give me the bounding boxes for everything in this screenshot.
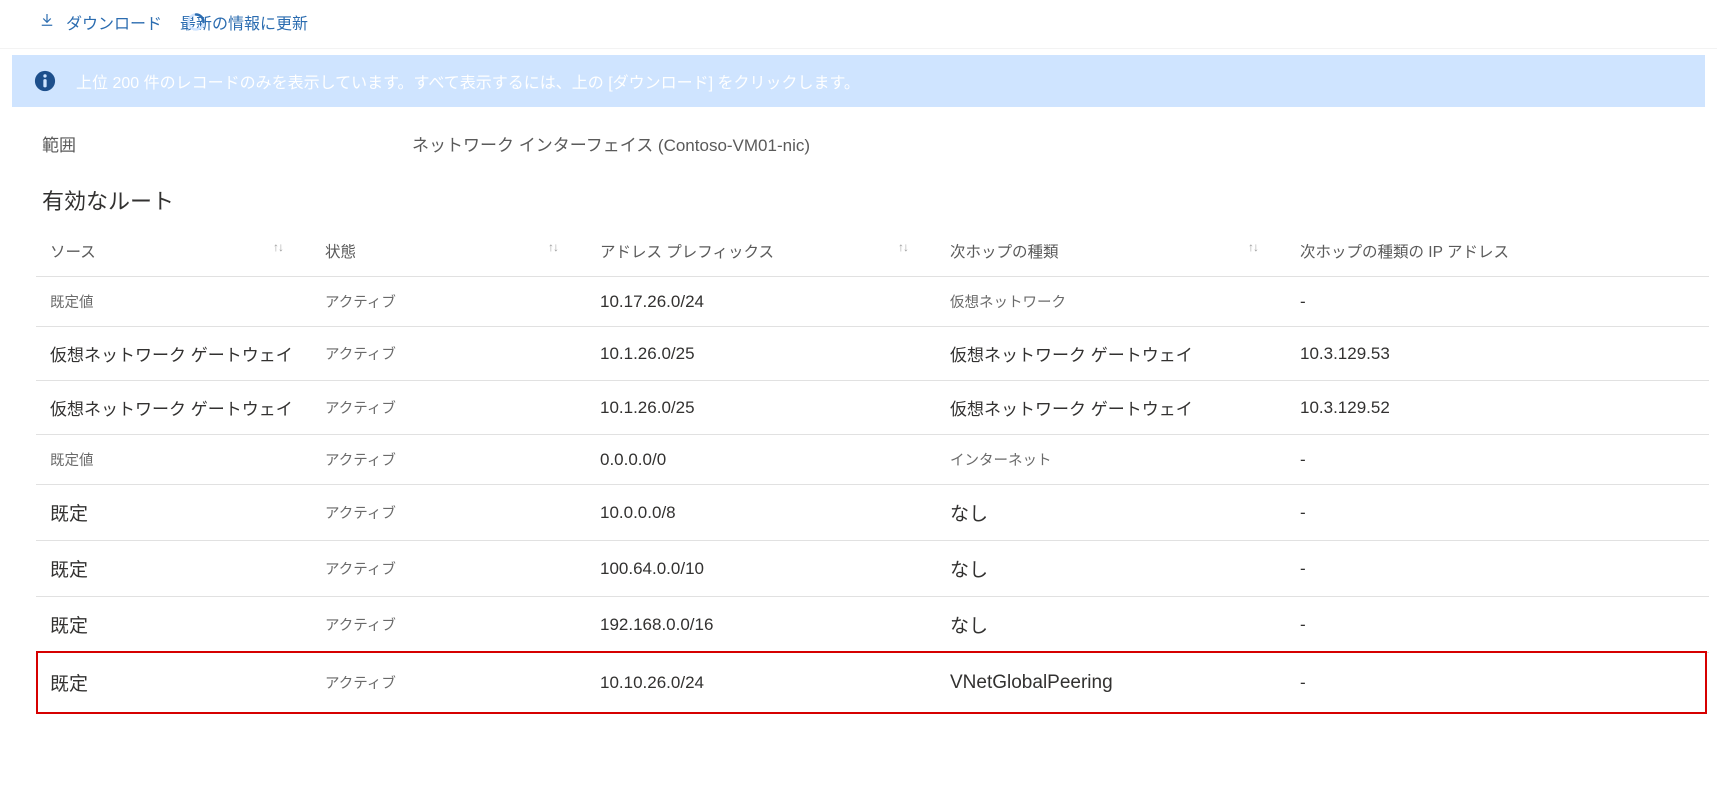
sort-icon: ↑↓ bbox=[273, 240, 283, 254]
table-row: 仮想ネットワーク ゲートウェイアクティブ10.1.26.0/25仮想ネットワーク… bbox=[36, 327, 1709, 381]
cell-nexthop-type: なし bbox=[936, 597, 1286, 653]
cell-nexthop-ip: - bbox=[1286, 435, 1709, 485]
cell-prefix: 100.64.0.0/10 bbox=[586, 541, 936, 597]
info-banner: 上位 200 件のレコードのみを表示しています。すべて表示するには、上の [ダウ… bbox=[12, 55, 1705, 107]
loading-spinner-icon bbox=[186, 12, 206, 32]
cell-nexthop-type: 仮想ネットワーク bbox=[936, 277, 1286, 327]
cell-nexthop-ip: - bbox=[1286, 541, 1709, 597]
table-row: 既定アクティブ192.168.0.0/16なし- bbox=[36, 597, 1709, 653]
cell-prefix: 10.1.26.0/25 bbox=[586, 327, 936, 381]
cell-nexthop-ip: 10.3.129.53 bbox=[1286, 327, 1709, 381]
cell-source: 仮想ネットワーク ゲートウェイ bbox=[36, 327, 311, 381]
table-header-row: ソース ↑↓ 状態 ↑↓ アドレス プレフィックス ↑↓ 次ホップの種類 ↑↓ … bbox=[36, 232, 1709, 277]
table-row: 既定値アクティブ0.0.0.0/0インターネット- bbox=[36, 435, 1709, 485]
cell-state: アクティブ bbox=[311, 541, 586, 597]
cell-nexthop-ip: 10.3.129.52 bbox=[1286, 381, 1709, 435]
info-icon bbox=[34, 70, 56, 92]
cell-source: 既定値 bbox=[36, 277, 311, 327]
cell-nexthop-type: なし bbox=[936, 541, 1286, 597]
scope-row: 範囲 ネットワーク インターフェイス (Contoso-VM01-nic) bbox=[0, 107, 1717, 156]
cell-nexthop-type: 仮想ネットワーク ゲートウェイ bbox=[936, 381, 1286, 435]
download-button[interactable]: ダウンロード bbox=[38, 10, 162, 34]
cell-state: アクティブ bbox=[311, 381, 586, 435]
cell-prefix: 10.0.0.0/8 bbox=[586, 485, 936, 541]
cell-nexthop-type: なし bbox=[936, 485, 1286, 541]
cell-source: 仮想ネットワーク ゲートウェイ bbox=[36, 381, 311, 435]
cell-state: アクティブ bbox=[311, 327, 586, 381]
table-row: 既定値アクティブ10.17.26.0/24仮想ネットワーク- bbox=[36, 277, 1709, 327]
section-title: 有効なルート bbox=[0, 156, 1717, 222]
sort-icon: ↑↓ bbox=[898, 240, 908, 254]
cell-state: アクティブ bbox=[311, 485, 586, 541]
table-row: 既定アクティブ100.64.0.0/10なし- bbox=[36, 541, 1709, 597]
cell-state: アクティブ bbox=[311, 277, 586, 327]
download-label: ダウンロード bbox=[66, 10, 162, 34]
cell-source: 既定 bbox=[36, 541, 311, 597]
cell-nexthop-ip: - bbox=[1286, 597, 1709, 653]
sort-icon: ↑↓ bbox=[548, 240, 558, 254]
info-banner-text: 上位 200 件のレコードのみを表示しています。すべて表示するには、上の [ダウ… bbox=[76, 69, 860, 93]
cell-state: アクティブ bbox=[311, 435, 586, 485]
highlight-frame bbox=[36, 651, 1707, 715]
toolbar: ダウンロード 最新の情報に更新 bbox=[0, 0, 1717, 49]
cell-prefix: 0.0.0.0/0 bbox=[586, 435, 936, 485]
col-header-nexthop-ip[interactable]: 次ホップの種類の IP アドレス bbox=[1286, 232, 1709, 277]
table-row: 仮想ネットワーク ゲートウェイアクティブ10.1.26.0/25仮想ネットワーク… bbox=[36, 381, 1709, 435]
col-header-source[interactable]: ソース ↑↓ bbox=[36, 232, 311, 277]
col-header-prefix[interactable]: アドレス プレフィックス ↑↓ bbox=[586, 232, 936, 277]
cell-prefix: 192.168.0.0/16 bbox=[586, 597, 936, 653]
sort-icon: ↑↓ bbox=[1248, 240, 1258, 254]
cell-prefix: 10.1.26.0/25 bbox=[586, 381, 936, 435]
routes-table: ソース ↑↓ 状態 ↑↓ アドレス プレフィックス ↑↓ 次ホップの種類 ↑↓ … bbox=[36, 232, 1709, 712]
cell-nexthop-ip: - bbox=[1286, 277, 1709, 327]
cell-nexthop-ip: - bbox=[1286, 485, 1709, 541]
cell-source: 既定 bbox=[36, 485, 311, 541]
cell-nexthop-type: 仮想ネットワーク ゲートウェイ bbox=[936, 327, 1286, 381]
scope-label: 範囲 bbox=[42, 131, 412, 156]
cell-source: 既定値 bbox=[36, 435, 311, 485]
cell-nexthop-type: インターネット bbox=[936, 435, 1286, 485]
download-icon bbox=[38, 11, 56, 34]
cell-source: 既定 bbox=[36, 597, 311, 653]
cell-state: アクティブ bbox=[311, 597, 586, 653]
refresh-button[interactable]: 最新の情報に更新 bbox=[180, 10, 308, 34]
col-header-state[interactable]: 状態 ↑↓ bbox=[311, 232, 586, 277]
table-row: 既定アクティブ10.0.0.0/8なし- bbox=[36, 485, 1709, 541]
col-header-nexthop-type[interactable]: 次ホップの種類 ↑↓ bbox=[936, 232, 1286, 277]
cell-prefix: 10.17.26.0/24 bbox=[586, 277, 936, 327]
scope-value: ネットワーク インターフェイス (Contoso-VM01-nic) bbox=[412, 131, 810, 156]
